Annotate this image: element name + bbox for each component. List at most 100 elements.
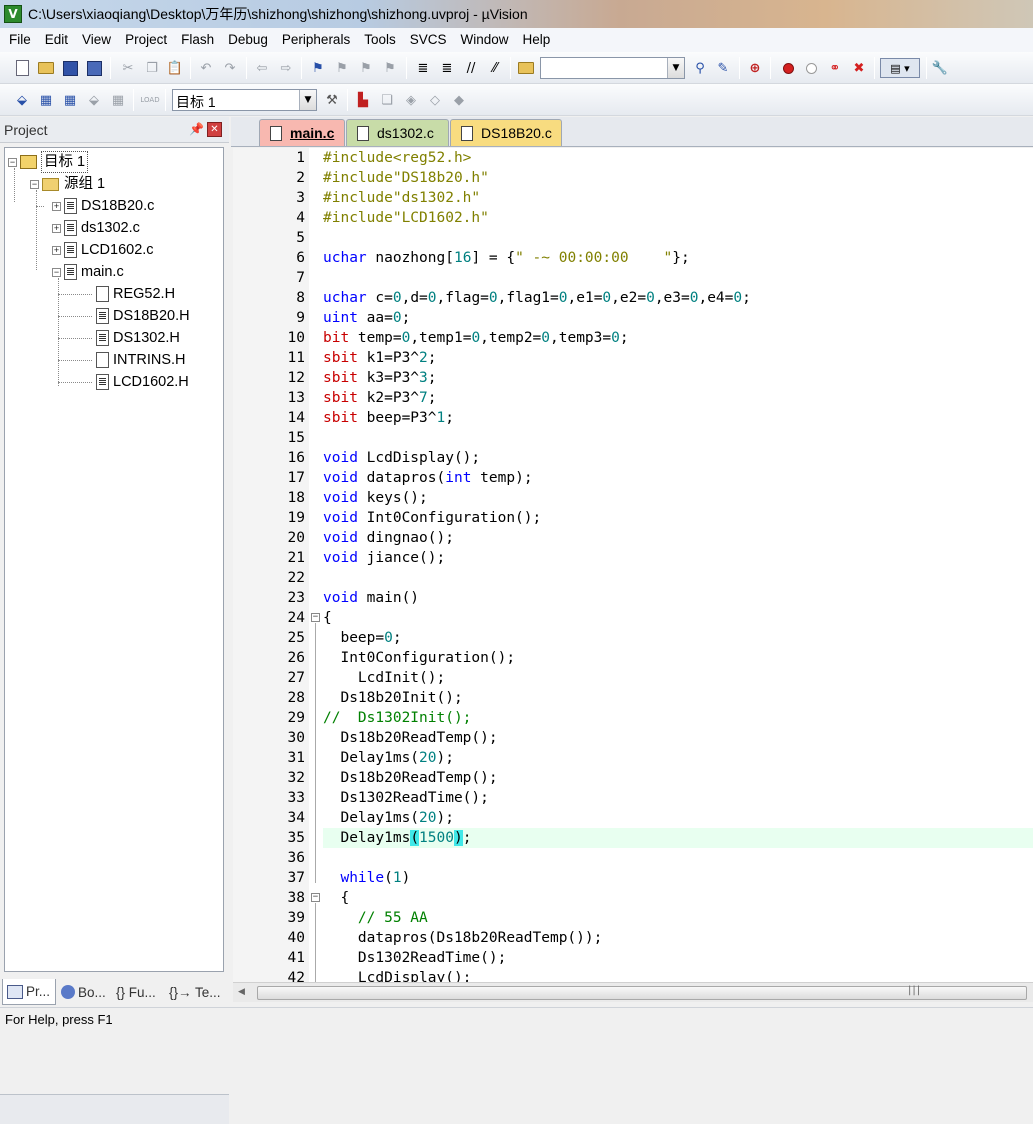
code-line[interactable]: 33 Ds1302ReadTime(); xyxy=(233,788,1033,808)
prev-bookmark-button[interactable]: ⚑ xyxy=(332,58,352,78)
tab-functions[interactable]: {} Fu... xyxy=(112,979,164,1005)
menu-flash[interactable]: Flash xyxy=(174,29,221,51)
expand-icon[interactable]: + xyxy=(52,223,61,233)
expand-icon[interactable]: + xyxy=(52,245,61,255)
rte-button[interactable]: ◆ xyxy=(449,90,469,110)
tab-books[interactable]: Bo... xyxy=(57,979,111,1005)
code-line[interactable]: 39 // 55 AA xyxy=(233,908,1033,928)
fold-collapse-icon[interactable]: − xyxy=(311,613,320,622)
save-all-button[interactable] xyxy=(84,58,104,78)
target-combo[interactable]: 目标 1 ▼ xyxy=(172,89,317,111)
code-line[interactable]: 23 void main() xyxy=(233,588,1033,608)
tab-project[interactable]: Pr... xyxy=(2,979,56,1005)
code-line[interactable]: 8 uchar c=0,d=0,flag=0,flag1=0,e1=0,e2=0,… xyxy=(233,288,1033,308)
uncomment-button[interactable]: ⁄⁄ xyxy=(485,58,505,78)
translate-button[interactable]: ⬙ xyxy=(12,90,32,110)
unindent-button[interactable]: ≣ xyxy=(437,58,457,78)
menu-window[interactable]: Window xyxy=(453,29,515,51)
code-text[interactable]: void datapros(int temp); xyxy=(323,468,533,488)
code-text[interactable]: Ds1302ReadTime(); xyxy=(323,788,488,808)
select-packs-button[interactable]: ◈ xyxy=(401,90,421,110)
code-line[interactable]: 13 sbit k2=P3^7; xyxy=(233,388,1033,408)
code-line[interactable]: 35 Delay1ms(1500); xyxy=(233,828,1033,848)
menu-tools[interactable]: Tools xyxy=(357,29,403,51)
code-line[interactable]: 9 uint aa=0; xyxy=(233,308,1033,328)
incremental-find-button[interactable]: ✎ xyxy=(713,58,733,78)
code-line[interactable]: 41 Ds1302ReadTime(); xyxy=(233,948,1033,968)
code-text[interactable]: { xyxy=(323,608,332,628)
code-text[interactable]: void main() xyxy=(323,588,419,608)
paste-button[interactable]: 📋 xyxy=(165,58,185,78)
code-text[interactable]: void Int0Configuration(); xyxy=(323,508,541,528)
cut-button[interactable]: ✂ xyxy=(118,58,138,78)
code-text[interactable]: uint aa=0; xyxy=(323,308,410,328)
code-text[interactable]: uchar naozhong[16] = {" -~ 00:00:00 "}; xyxy=(323,248,690,268)
code-line[interactable]: 7 xyxy=(233,268,1033,288)
code-text[interactable]: sbit beep=P3^1; xyxy=(323,408,454,428)
menu-peripherals[interactable]: Peripherals xyxy=(275,29,357,51)
code-text[interactable]: void jiance(); xyxy=(323,548,445,568)
menu-help[interactable]: Help xyxy=(516,29,558,51)
kill-breakpoints-button[interactable]: ✖ xyxy=(849,58,869,78)
code-line[interactable]: 17 void datapros(int temp); xyxy=(233,468,1033,488)
code-text[interactable]: beep=0; xyxy=(323,628,401,648)
menu-debug[interactable]: Debug xyxy=(221,29,275,51)
find-in-files-button[interactable] xyxy=(516,58,536,78)
code-line[interactable]: 4 #include"LCD1602.h" xyxy=(233,208,1033,228)
window-layout-button[interactable]: ▤ ▾ xyxy=(880,58,920,78)
tree-include-ds18b20[interactable]: DS18B20.H xyxy=(96,306,190,326)
tree-file-main[interactable]: − main.c xyxy=(52,262,124,282)
code-line[interactable]: 22 xyxy=(233,568,1033,588)
code-line[interactable]: 2 #include"DS18b20.h" xyxy=(233,168,1033,188)
code-line[interactable]: 32 Ds18b20ReadTemp(); xyxy=(233,768,1033,788)
pin-icon[interactable]: 📌 xyxy=(189,122,204,136)
code-line[interactable]: 10 bit temp=0,temp1=0,temp2=0,temp3=0; xyxy=(233,328,1033,348)
uvision-app-icon[interactable]: V xyxy=(4,5,22,23)
indent-button[interactable]: ≣ xyxy=(413,58,433,78)
tree-file-ds18b20[interactable]: + DS18B20.c xyxy=(52,196,154,216)
fold-collapse-icon[interactable]: − xyxy=(311,893,320,902)
menu-project[interactable]: Project xyxy=(118,29,174,51)
code-text[interactable]: uchar c=0,d=0,flag=0,flag1=0,e1=0,e2=0,e… xyxy=(323,288,751,308)
editor-tab-ds18b20[interactable]: DS18B20.c xyxy=(450,119,562,146)
code-line[interactable]: 14 sbit beep=P3^1; xyxy=(233,408,1033,428)
code-text[interactable]: Delay1ms(20); xyxy=(323,808,454,828)
code-text[interactable]: #include"DS18b20.h" xyxy=(323,168,489,188)
code-line[interactable]: 19 void Int0Configuration(); xyxy=(233,508,1033,528)
save-button[interactable] xyxy=(60,58,80,78)
code-line[interactable]: 29 // Ds1302Init(); xyxy=(233,708,1033,728)
close-icon[interactable]: ✕ xyxy=(207,122,222,137)
code-text[interactable]: Int0Configuration(); xyxy=(323,648,515,668)
code-line[interactable]: 24 {− xyxy=(233,608,1033,628)
debug-session-button[interactable]: ⊕ xyxy=(745,58,765,78)
code-line[interactable]: 37 while(1) xyxy=(233,868,1033,888)
find-button[interactable]: ⚲ xyxy=(690,58,710,78)
manage-components-button[interactable]: ▙ xyxy=(353,90,373,110)
scroll-left-icon[interactable]: ◀ xyxy=(238,987,245,997)
expand-icon[interactable]: + xyxy=(52,201,61,211)
editor-tab-main[interactable]: main.c xyxy=(259,119,345,146)
code-text[interactable]: // Ds1302Init(); xyxy=(323,708,471,728)
tree-file-lcd1602[interactable]: + LCD1602.c xyxy=(52,240,154,260)
comment-button[interactable]: // xyxy=(461,58,481,78)
collapse-icon[interactable]: − xyxy=(52,267,61,277)
code-editor[interactable]: 1 #include<reg52.h> 2 #include"DS18b20.h" 3 #… xyxy=(233,148,1033,982)
tab-templates[interactable]: {}→ Te... xyxy=(165,979,225,1005)
code-text[interactable]: while(1) xyxy=(323,868,410,888)
open-file-button[interactable] xyxy=(36,58,56,78)
code-line[interactable]: 28 Ds18b20Init(); xyxy=(233,688,1033,708)
stop-build-button[interactable]: ▦ xyxy=(108,90,128,110)
tree-include-ds1302[interactable]: DS1302.H xyxy=(96,328,180,348)
code-text[interactable]: void dingnao(); xyxy=(323,528,454,548)
code-line[interactable]: 15 xyxy=(233,428,1033,448)
code-line[interactable]: 31 Delay1ms(20); xyxy=(233,748,1033,768)
enable-breakpoint-button[interactable] xyxy=(801,58,821,78)
code-line[interactable]: 11 sbit k1=P3^2; xyxy=(233,348,1033,368)
code-line[interactable]: 3 #include"ds1302.h" xyxy=(233,188,1033,208)
tree-group[interactable]: − 源组 1 xyxy=(30,174,105,194)
code-line[interactable]: 40 datapros(Ds18b20ReadTemp()); xyxy=(233,928,1033,948)
tree-include-lcd1602[interactable]: LCD1602.H xyxy=(96,372,189,392)
code-line[interactable]: 16 void LcdDisplay(); xyxy=(233,448,1033,468)
pack-installer-button[interactable]: ◇ xyxy=(425,90,445,110)
chevron-down-icon[interactable]: ▼ xyxy=(299,90,316,110)
